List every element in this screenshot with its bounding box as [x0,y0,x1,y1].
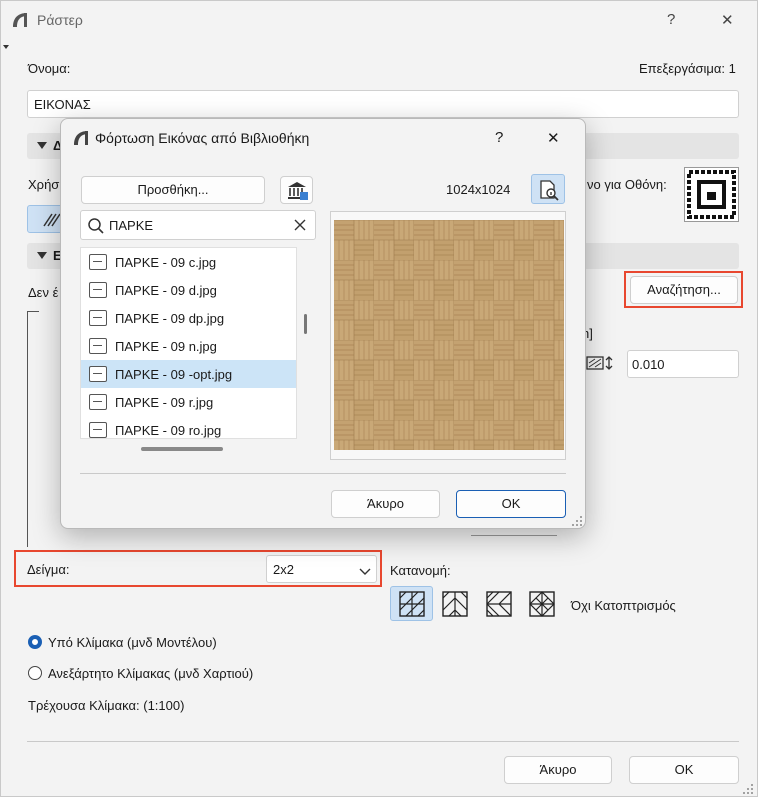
file-name: ΠΑΡΚΕ - 09 ro.jpg [115,423,222,438]
screen-pattern-icon[interactable] [684,167,739,222]
file-list-item[interactable]: ΠΑΡΚΕ - 09 ro.jpg [81,416,296,438]
scale-arrows-icon [586,355,614,371]
clear-search-icon[interactable] [293,218,307,232]
app-logo-icon [72,129,90,147]
dialog-title: Φόρτωση Εικόνας από Βιβλιοθήκη [95,130,310,146]
bottom-separator [27,741,739,742]
sample-label: Δείγμα: [27,562,70,577]
sample-select[interactable]: 2x2 [266,555,377,583]
file-name: ΠΑΡΚΕ - 09 -opt.jpg [115,367,233,382]
file-name: ΠΑΡΚΕ - 09 n.jpg [115,339,217,354]
radio-model-scale-label: Υπό Κλίμακα (μνδ Μοντέλου) [48,635,217,650]
window-title: Ράστερ [37,12,83,28]
no-mirror-label: Όχι Κατοπτρισμός [571,598,676,613]
file-list-item[interactable]: ΠΑΡΚΕ - 09 n.jpg [81,332,296,360]
app-logo-icon [11,11,29,29]
scale-input-value: 0.010 [632,357,665,372]
file-name: ΠΑΡΚΕ - 09 dp.jpg [115,311,225,326]
editable-count-label: Επεξεργάσιμα: 1 [639,61,736,76]
file-name: ΠΑΡΚΕ - 09 c.jpg [115,255,217,270]
collapse-marker-icon [3,45,9,49]
image-preview-frame [330,211,566,460]
title-bar: Ράστερ ? ✕ [1,1,757,39]
image-file-icon [89,282,107,298]
radio-model-scale[interactable] [28,635,42,649]
radio-paper-scale[interactable] [28,666,42,680]
diagonal-pattern-icon [397,589,427,619]
hatch-icon [42,212,62,228]
use-label: Χρήσ [28,177,60,192]
image-resolution: 1024x1024 [446,182,511,197]
screen-display-label: νο για Οθόνη: [587,177,667,192]
file-list[interactable]: ΠΑΡΚΕ - 09 c.jpg ΠΑΡΚΕ - 09 d.jpg ΠΑΡΚΕ - … [80,247,297,439]
dialog-ok-button[interactable]: OK [456,490,566,518]
file-list-item[interactable]: ΠΑΡΚΕ - 09 dp.jpg [81,304,296,332]
distribution-label: Κατανομή: [390,563,451,578]
image-file-icon [89,254,107,270]
library-image-dialog: Φόρτωση Εικόνας από Βιβλιοθήκη ? ✕ Προσθ… [60,118,586,529]
file-list-item[interactable]: ΠΑΡΚΕ - 09 r.jpg [81,388,296,416]
image-file-icon [89,310,107,326]
library-search-input[interactable]: ΠΑΡΚΕ [80,210,316,240]
horizontal-scrollbar-thumb[interactable] [141,447,223,451]
chevron-down-icon [359,564,371,575]
dialog-resize-grip-icon[interactable] [571,515,583,527]
mirror-x-pattern-icon[interactable] [440,589,470,619]
name-input[interactable]: ΕΙΚΟΝΑΣ [27,90,739,118]
dialog-separator [80,473,566,474]
dialog-close-button[interactable]: ✕ [547,129,560,147]
file-name: ΠΑΡΚΕ - 09 r.jpg [115,395,214,410]
image-file-icon [89,394,107,410]
close-button[interactable]: ✕ [721,11,734,29]
cancel-button[interactable]: Άκυρο [504,756,612,784]
dialog-help-button[interactable]: ? [495,129,503,146]
name-input-value: ΕΙΚΟΝΑΣ [34,97,91,112]
field-underline [471,535,557,536]
radio-paper-scale-label: Ανεξάρτητο Κλίμακας (μνδ Χαρτιού) [48,666,254,681]
file-list-item[interactable]: ΠΑΡΚΕ - 09 c.jpg [81,248,296,276]
scale-input[interactable]: 0.010 [627,350,739,378]
raster-preview-frame [27,311,39,547]
help-button[interactable]: ? [667,11,675,28]
parquet-preview-image [334,220,564,450]
name-label: Όνομα: [28,61,71,76]
image-file-icon [89,422,107,438]
file-list-item[interactable]: ΠΑΡΚΕ - 09 -opt.jpg [81,360,296,388]
expand-arrow-icon [37,142,47,149]
resize-grip-icon[interactable] [742,783,754,795]
file-name: ΠΑΡΚΕ - 09 d.jpg [115,283,217,298]
image-file-icon [89,338,107,354]
distribution-option-1[interactable] [390,586,433,621]
image-file-icon [89,366,107,382]
preview-info-button[interactable] [531,174,565,204]
current-scale-label: Τρέχουσα Κλίμακα: (1:100) [28,698,185,713]
expand-arrow-icon [37,252,47,259]
search-library-button[interactable]: Αναζήτηση... [630,276,738,304]
search-icon [87,217,105,235]
dialog-cancel-button[interactable]: Άκυρο [331,490,440,518]
library-manager-button[interactable] [280,176,313,204]
sample-select-value: 2x2 [273,562,294,577]
file-list-item[interactable]: ΠΑΡΚΕ - 09 d.jpg [81,276,296,304]
mirror-xy-pattern-icon[interactable] [527,589,557,619]
ok-button[interactable]: OK [629,756,739,784]
library-icon [287,181,309,201]
not-found-label: Δεν έ [28,285,59,300]
library-search-value: ΠΑΡΚΕ [109,218,154,233]
image-info-icon [538,179,560,201]
add-button[interactable]: Προσθήκη... [81,176,265,204]
mirror-y-pattern-icon[interactable] [484,589,514,619]
vertical-scrollbar-thumb[interactable] [304,314,307,334]
